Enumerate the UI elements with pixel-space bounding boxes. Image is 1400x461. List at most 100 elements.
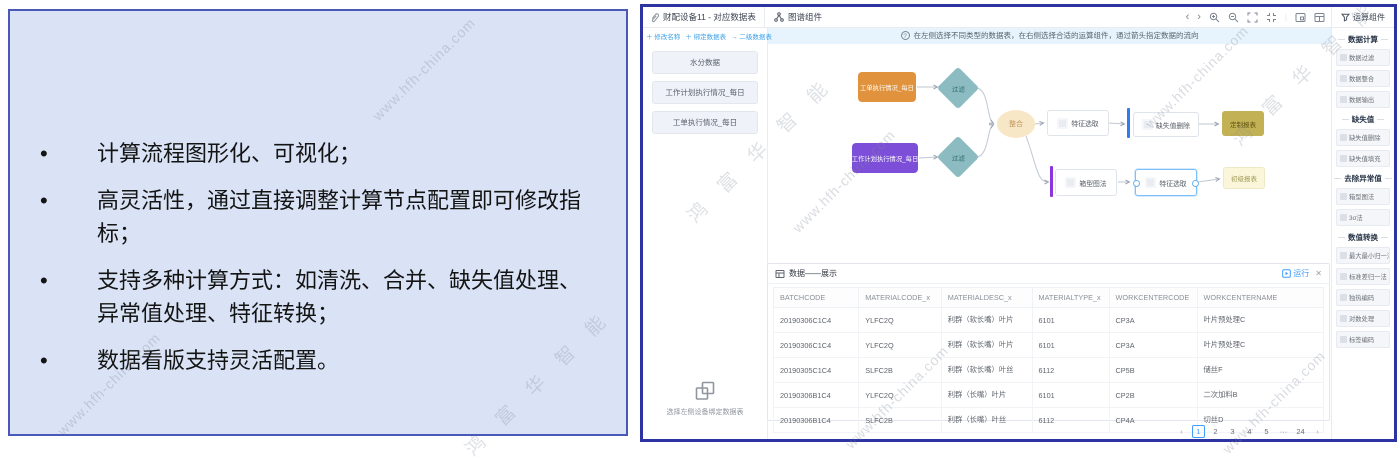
fullscreen-icon[interactable] xyxy=(1247,12,1258,23)
component-icon xyxy=(1340,336,1347,343)
run-icon xyxy=(1282,269,1291,278)
data-table: BATCHCODE MATERIALCODE_x MATERIALDESC_x … xyxy=(773,287,1324,433)
paperclip-icon xyxy=(650,12,659,23)
flow-node-feature-select-2[interactable]: 特征选取 xyxy=(1135,169,1197,196)
zoom-out-icon[interactable] xyxy=(1228,12,1239,23)
document-tab[interactable]: 财配设备11 - 对应数据表 xyxy=(643,7,765,27)
page-next-icon[interactable]: › xyxy=(1311,425,1324,438)
component-data-merge[interactable]: 数据整合 xyxy=(1336,70,1390,87)
data-preview-header: 数据——展示 运行 ✕ xyxy=(768,264,1329,284)
component-icon xyxy=(1340,214,1347,221)
component-onehot[interactable]: 独热编码 xyxy=(1336,289,1390,306)
zoom-in-icon[interactable] xyxy=(1209,12,1220,23)
page-ellipsis[interactable]: ··· xyxy=(1277,425,1290,438)
component-log[interactable]: 对数处理 xyxy=(1336,310,1390,327)
component-icon xyxy=(1340,75,1347,82)
dataset-button-workorder[interactable]: 工单执行情况_每日 xyxy=(652,111,758,134)
flow-node-report-custom[interactable]: 定制报表 xyxy=(1222,111,1264,136)
flow-node-feature-select-1[interactable]: 特征选取 xyxy=(1047,110,1109,136)
cell: 6101 xyxy=(1032,308,1109,333)
page-2[interactable]: 2 xyxy=(1209,425,1222,438)
node-handle-right[interactable] xyxy=(1192,180,1199,187)
column-header: MATERIALCODE_x xyxy=(859,288,942,308)
component-std-norm[interactable]: 标准差归一法 xyxy=(1336,268,1390,285)
app-topbar: 财配设备11 - 对应数据表 图谱组件 ‹ › | 保存设计 xyxy=(643,7,1394,28)
column-header: WORKCENTERNAME xyxy=(1197,288,1324,308)
table-row: 20190306C1C4 YLFC2Q 利群（软长嘴）叶片 6101 CP3A … xyxy=(774,308,1324,333)
flow-node-boxplot[interactable]: 箱型图法 xyxy=(1055,169,1117,196)
page-4[interactable]: 4 xyxy=(1243,425,1256,438)
subtab-rename[interactable]: ＋ 修改名称 xyxy=(646,31,680,41)
info-banner: ? 在左侧选择不同类型的数据表，在右侧选择合适的运算组件，通过箭头指定数据的流向 xyxy=(767,27,1332,44)
component-label-encode[interactable]: 标签编码 xyxy=(1336,331,1390,348)
page-1[interactable]: 1 xyxy=(1192,425,1205,438)
cell: 利群（软长嘴）叶片 xyxy=(941,308,1032,333)
flow-node-source-workorder[interactable]: 工单执行情况_每日 xyxy=(858,72,916,102)
component-icon xyxy=(1340,134,1347,141)
component-missing-fill[interactable]: 缺失值填充 xyxy=(1336,150,1390,167)
dataset-button-workplan[interactable]: 工作计划执行情况_每日 xyxy=(652,81,758,104)
run-label: 运行 xyxy=(1293,268,1309,279)
component-icon xyxy=(1340,294,1347,301)
app-screenshot-panel: 财配设备11 - 对应数据表 图谱组件 ‹ › | 保存设计 ＋ 修改名称 ＋ … xyxy=(640,4,1397,442)
table-row: 20190305C1C4 SLFC2B 利群（软长嘴）叶丝 6112 CP5B … xyxy=(774,358,1324,383)
column-header: MATERIALTYPE_x xyxy=(1032,288,1109,308)
page-3[interactable]: 3 xyxy=(1226,425,1239,438)
undo-icon[interactable]: ‹ xyxy=(1186,12,1190,22)
document-title: 财配设备11 - 对应数据表 xyxy=(663,11,756,23)
minimap-icon[interactable] xyxy=(1295,12,1306,23)
component-icon xyxy=(1340,315,1347,322)
node-label: 缺失值删除 xyxy=(1156,120,1190,130)
subtab-bind-table[interactable]: ＋ 绑定数据表 xyxy=(685,31,726,41)
component-label: 箱型图法 xyxy=(1349,192,1374,201)
grid-layout-icon[interactable] xyxy=(1314,12,1325,23)
cell: 储丝F xyxy=(1197,358,1324,383)
flow-node-missing-delete[interactable]: 缺失值删除 xyxy=(1133,112,1199,137)
cell: 6101 xyxy=(1032,333,1109,358)
table-header-row: BATCHCODE MATERIALCODE_x MATERIALDESC_x … xyxy=(774,288,1324,308)
component-icon xyxy=(1145,177,1156,188)
filter-label: 过滤 xyxy=(952,83,965,93)
tab-graph-components[interactable]: 图谱组件 xyxy=(765,11,822,23)
component-minmax-norm[interactable]: 最大最小归一法 xyxy=(1336,247,1390,264)
dataset-button-moisture[interactable]: 水分数据 xyxy=(652,51,758,74)
flow-node-merge[interactable]: 整合 xyxy=(997,110,1035,138)
node-label: 特征选取 xyxy=(1159,178,1186,188)
component-icon xyxy=(1340,54,1347,61)
flow-node-source-workplan[interactable]: 工作计划执行情况_每日 xyxy=(852,143,918,173)
feature-summary-panel: 计算流程图形化、可视化； 高灵活性，通过直接调整计算节点配置即可修改指标； 支持… xyxy=(8,9,628,436)
page-prev-icon[interactable]: ‹ xyxy=(1175,425,1188,438)
component-label: 数据过滤 xyxy=(1349,53,1374,62)
cell: 6101 xyxy=(1032,383,1109,408)
component-data-filter[interactable]: 数据过滤 xyxy=(1336,49,1390,66)
component-3sigma[interactable]: 3σ法 xyxy=(1336,209,1390,226)
cell: YLFC2Q xyxy=(859,333,942,358)
component-label: 3σ法 xyxy=(1349,213,1363,222)
flow-canvas[interactable]: 工单执行情况_每日 工作计划执行情况_每日 过滤 过滤 整合 特征选取 缺失值删… xyxy=(767,44,1332,263)
fit-view-icon[interactable] xyxy=(1266,12,1277,23)
components-sidebar-title: 运算组件 xyxy=(1353,12,1385,23)
cell: 利群（长嘴）叶丝 xyxy=(941,408,1032,433)
component-boxplot[interactable]: 箱型图法 xyxy=(1336,188,1390,205)
component-label: 数据整合 xyxy=(1349,74,1374,83)
page-5[interactable]: 5 xyxy=(1260,425,1273,438)
redo-icon[interactable]: › xyxy=(1197,12,1201,22)
component-icon xyxy=(1340,252,1347,259)
table-row: 20190306C1C4 YLFC2Q 利群（软长嘴）叶片 6101 CP3A … xyxy=(774,333,1324,358)
close-icon[interactable]: ✕ xyxy=(1315,269,1322,278)
pagination: ‹ 1 2 3 4 5 ··· 24 › xyxy=(1175,425,1324,438)
selection-bar-purple xyxy=(1050,166,1053,197)
node-handle-left[interactable] xyxy=(1133,180,1140,187)
toolbar-divider: | xyxy=(1285,13,1287,22)
subtab-secondary-table[interactable]: → 二级数据表 xyxy=(731,31,772,41)
flow-node-report-basic[interactable]: 初级报表 xyxy=(1223,167,1265,189)
bullet-item: 数据看版支持灵活配置。 xyxy=(10,344,600,377)
component-data-output[interactable]: 数据输出 xyxy=(1336,91,1390,108)
info-icon: ? xyxy=(901,31,910,40)
component-label: 标准差归一法 xyxy=(1349,272,1387,281)
info-banner-text: 在左侧选择不同类型的数据表，在右侧选择合适的运算组件，通过箭头指定数据的流向 xyxy=(914,30,1199,41)
run-button[interactable]: 运行 xyxy=(1282,268,1309,279)
bullet-item: 计算流程图形化、可视化； xyxy=(10,137,600,170)
component-missing-delete[interactable]: 缺失值删除 xyxy=(1336,129,1390,146)
page-24[interactable]: 24 xyxy=(1294,425,1307,438)
